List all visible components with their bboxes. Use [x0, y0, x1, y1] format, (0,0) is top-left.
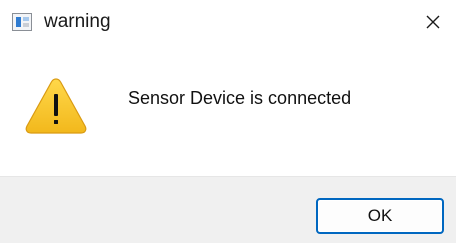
dialog-message: Sensor Device is connected — [128, 88, 352, 108]
close-button[interactable] — [410, 0, 456, 44]
message-dialog: warning Sensor Device is connected OK — [0, 0, 456, 243]
application-icon — [12, 13, 32, 31]
window-title: warning — [44, 11, 111, 32]
button-bar: OK — [0, 176, 456, 243]
close-icon — [426, 15, 440, 29]
dialog-content: Sensor Device is connected — [0, 44, 456, 176]
title-bar[interactable]: warning — [0, 0, 456, 44]
ok-button[interactable]: OK — [316, 198, 444, 234]
warning-icon — [25, 78, 87, 134]
